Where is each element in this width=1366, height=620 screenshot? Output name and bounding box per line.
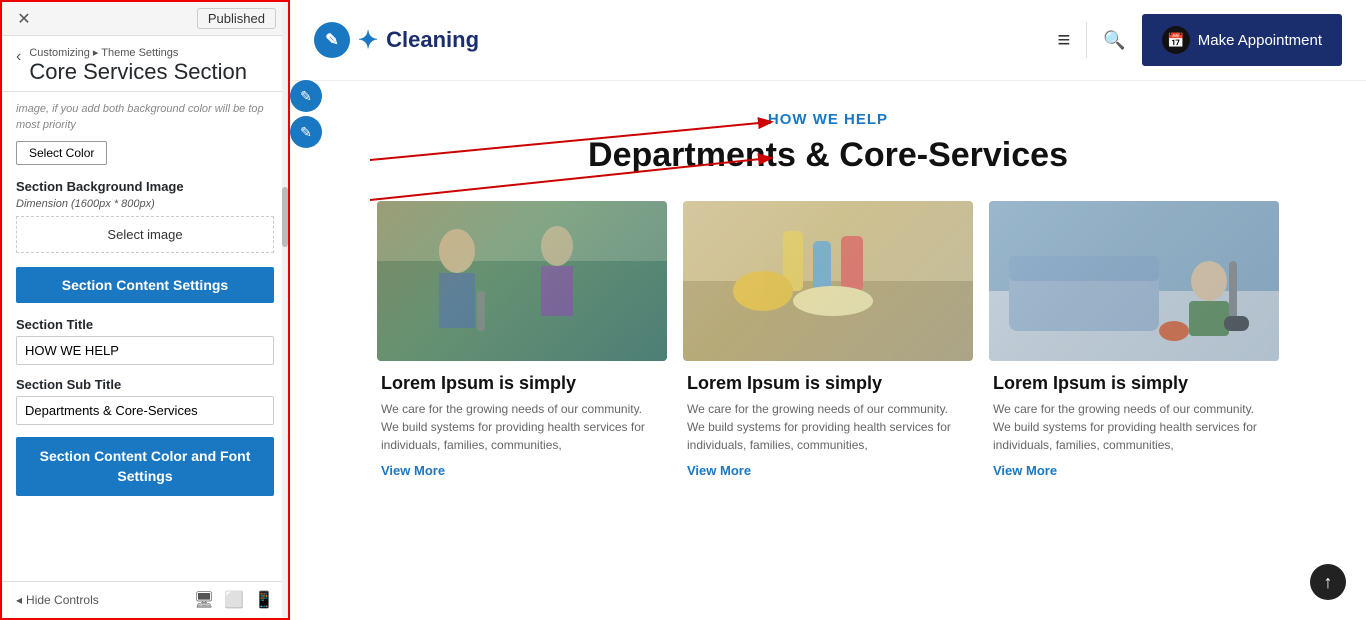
edit-pencil-bottom[interactable]: ✎ [290,116,322,148]
card-image-2 [683,201,973,361]
card-text-2: We care for the growing needs of our com… [687,400,969,454]
bg-color-note: image, if you add both background color … [16,102,274,133]
card-text-1: We care for the growing needs of our com… [381,400,663,454]
card-text-3: We care for the growing needs of our com… [993,400,1275,454]
appointment-icon: 📅 [1162,26,1190,54]
panel-header: ‹ Customizing ▸ Theme Settings Core Serv… [2,36,288,92]
bg-image-dimension: Dimension (1600px * 800px) [16,198,274,210]
top-bar: ✕ Published [2,2,288,36]
card-title-1: Lorem Ipsum is simply [381,373,663,394]
card-image-1 [377,201,667,361]
cards-grid: Lorem Ipsum is simply We care for the gr… [290,191,1366,494]
section-title-input[interactable] [16,336,274,365]
navbar: ✎ ✦ Cleaning ≡ 🔍 📅 Make Appointment [290,0,1366,81]
view-more-3[interactable]: View More [993,463,1057,478]
appointment-button[interactable]: 📅 Make Appointment [1142,14,1342,66]
edit-pencil-top[interactable]: ✎ [290,80,322,112]
close-icon[interactable]: ✕ [14,9,34,29]
card-body-2: Lorem Ipsum is simply We care for the gr… [683,361,973,484]
card-image-3 [989,201,1279,361]
published-badge: Published [197,8,276,29]
mobile-icon[interactable]: 📱 [254,590,274,610]
hamburger-icon[interactable]: ≡ [1057,27,1070,53]
select-image-area[interactable]: Select image [16,216,274,253]
card-body-1: Lorem Ipsum is simply We care for the gr… [377,361,667,484]
card-3: Lorem Ipsum is simply We care for the gr… [989,201,1279,484]
edit-sidebar: ✎ ✎ [290,80,322,148]
card-1: Lorem Ipsum is simply We care for the gr… [377,201,667,484]
select-color-button[interactable]: Select Color [16,141,107,165]
panel-section-title: Core Services Section [29,59,247,85]
main-content: ✎ ✦ Cleaning ≡ 🔍 📅 Make Appointment ✎ ✎ … [290,0,1366,620]
bg-image-label: Section Background Image [16,179,274,194]
tablet-icon[interactable]: ⬜ [224,590,244,610]
nav-divider [1086,22,1087,58]
section-content-settings-button[interactable]: Section Content Settings [16,267,274,303]
hide-controls-button[interactable]: ◂ Hide Controls [16,593,99,607]
logo-text: Cleaning [386,27,479,53]
left-panel: ✕ Published ‹ Customizing ▸ Theme Settin… [0,0,290,620]
section-subtitle-input[interactable] [16,396,274,425]
hide-icon: ◂ [16,593,22,607]
logo-icon: ✎ [314,22,350,58]
breadcrumb: Customizing ▸ Theme Settings [29,46,247,59]
hero-section: HOW WE HELP Departments & Core-Services [290,81,1366,191]
scroll-up-button[interactable]: ↑ [1310,564,1346,600]
scrollbar[interactable] [282,2,288,618]
view-more-1[interactable]: View More [381,463,445,478]
card-title-3: Lorem Ipsum is simply [993,373,1275,394]
search-icon[interactable]: 🔍 [1103,30,1125,51]
section-title-label: Section Title [16,317,274,332]
logo: ✎ ✦ Cleaning [314,22,479,58]
back-button[interactable]: ‹ [16,48,21,66]
logo-sparkle: ✦ [358,26,378,55]
device-icons: 🖥 ⬜ 📱 [194,590,274,610]
panel-footer: ◂ Hide Controls 🖥 ⬜ 📱 [2,581,288,618]
card-body-3: Lorem Ipsum is simply We care for the gr… [989,361,1279,484]
hero-title: Departments & Core-Services [350,136,1306,175]
card-2: Lorem Ipsum is simply We care for the gr… [683,201,973,484]
panel-body: image, if you add both background color … [2,92,288,581]
card-title-2: Lorem Ipsum is simply [687,373,969,394]
scroll-thumb [282,187,288,247]
hero-subtitle: HOW WE HELP [350,111,1306,128]
view-more-2[interactable]: View More [687,463,751,478]
section-color-font-button[interactable]: Section Content Color and Font Settings [16,437,274,496]
desktop-icon[interactable]: 🖥 [194,590,214,610]
section-subtitle-label: Section Sub Title [16,377,274,392]
